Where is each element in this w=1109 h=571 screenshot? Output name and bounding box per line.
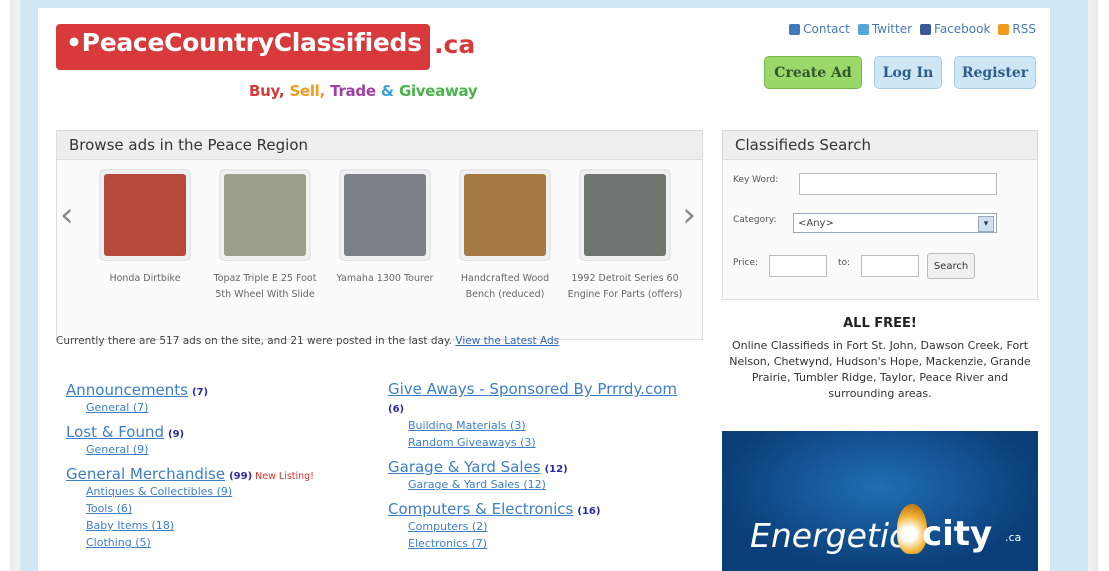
view-latest-ads-link[interactable]: View the Latest Ads	[455, 335, 559, 347]
ad-thumb-image[interactable]	[579, 169, 671, 261]
log-in-button[interactable]: Log In	[874, 56, 942, 89]
category-label: Category:	[733, 215, 777, 225]
tagline-giveaway: Giveaway	[398, 82, 478, 100]
facebook-icon	[920, 23, 932, 35]
logo-tld: .ca	[434, 30, 476, 59]
twitter-label: Twitter	[871, 22, 913, 36]
category-link[interactable]: Computers & Electronics	[388, 500, 573, 518]
tagline-amp: &	[380, 82, 394, 100]
logo-text: •PeaceCountryClassifieds	[66, 28, 422, 57]
subcategory-link[interactable]: Baby Items (18)	[86, 517, 314, 534]
keyword-input[interactable]	[799, 173, 997, 195]
ad-thumb-image[interactable]	[219, 169, 311, 261]
ad-thumb-caption[interactable]: Handcrafted Wood Bench (reduced)	[445, 271, 565, 303]
ad-thumb[interactable]: Topaz Triple E 25 Foot 5th Wheel With Sl…	[205, 169, 325, 303]
ad-brand-city: city	[922, 514, 993, 554]
category-select[interactable]: <Any> ▾	[793, 213, 997, 233]
category-link[interactable]: Garage & Yard Sales	[388, 458, 541, 476]
search-title: Classifieds Search	[723, 131, 1037, 160]
energetic-city-banner-ad[interactable]: Energetic city .ca	[722, 431, 1038, 571]
category-count: (16)	[577, 506, 601, 517]
category-link[interactable]: General Merchandise	[66, 465, 225, 483]
chevron-down-icon[interactable]: ▾	[978, 216, 994, 232]
category-link[interactable]: Give Aways - Sponsored By Prrrdy.com	[388, 380, 677, 398]
tagline-buy: Buy,	[249, 82, 285, 100]
ad-thumb[interactable]: Honda Dirtbike	[85, 169, 205, 287]
ad-thumb[interactable]: Yamaha 1300 Tourer	[325, 169, 445, 287]
contact-link[interactable]: Contact	[789, 22, 850, 36]
ad-thumb-caption[interactable]: Topaz Triple E 25 Foot 5th Wheel With Sl…	[205, 271, 325, 303]
new-listing-badge: New Listing!	[255, 471, 314, 482]
tagline: Buy, Sell, Trade & Giveaway	[249, 82, 478, 100]
subcategory-link[interactable]: Random Giveaways (3)	[408, 434, 677, 451]
category-count: (7)	[192, 387, 209, 398]
category-count: (99)	[229, 471, 253, 482]
subcategory-link[interactable]: Garage & Yard Sales (12)	[408, 476, 677, 493]
subcategory-link[interactable]: Tools (6)	[86, 500, 314, 517]
categories-left: Announcements (7) General (7) Lost & Foun…	[66, 380, 314, 557]
browse-title: Browse ads in the Peace Region	[57, 131, 702, 160]
ad-count-line: Currently there are 517 ads on the site,…	[56, 335, 559, 347]
ad-brand-text: Energetic	[750, 516, 908, 555]
ad-brand-tld: .ca	[1005, 531, 1022, 544]
ad-thumb-caption[interactable]: Yamaha 1300 Tourer	[325, 271, 445, 287]
rss-label: RSS	[1012, 22, 1036, 36]
keyword-label: Key Word:	[733, 175, 779, 185]
category-block: Garage & Yard Sales (12) Garage & Yard Sa…	[388, 457, 677, 493]
create-ad-button[interactable]: Create Ad	[764, 56, 862, 89]
rss-icon	[998, 23, 1010, 35]
ad-thumb-caption[interactable]: 1992 Detroit Series 60 Engine For Parts …	[565, 271, 685, 303]
ad-thumb[interactable]: Handcrafted Wood Bench (reduced)	[445, 169, 565, 303]
classifieds-search-panel: Classifieds Search Key Word: Category: <…	[722, 130, 1038, 300]
twitter-link[interactable]: Twitter	[857, 22, 913, 36]
category-block: Give Aways - Sponsored By Prrrdy.com (6)…	[388, 380, 677, 451]
price-to-label: to:	[838, 258, 851, 268]
tagline-sell: Sell,	[289, 82, 325, 100]
contact-icon	[789, 23, 801, 35]
page: •PeaceCountryClassifieds .ca Buy, Sell, …	[38, 8, 1050, 571]
facebook-link[interactable]: Facebook	[920, 22, 990, 36]
ad-thumb-caption[interactable]: Honda Dirtbike	[85, 271, 205, 287]
category-count: (9)	[168, 429, 185, 440]
category-select-value: <Any>	[798, 218, 834, 229]
ad-thumb-image[interactable]	[459, 169, 551, 261]
subcategory-link[interactable]: Electronics (7)	[408, 535, 677, 552]
categories-right: Give Aways - Sponsored By Prrrdy.com (6)…	[388, 380, 677, 558]
search-button[interactable]: Search	[927, 253, 975, 279]
category-block: Announcements (7) General (7)	[66, 380, 314, 416]
ad-thumb-image[interactable]	[99, 169, 191, 261]
ad-thumb-image[interactable]	[339, 169, 431, 261]
facebook-label: Facebook	[934, 22, 991, 36]
register-button[interactable]: Register	[954, 56, 1036, 89]
category-block: Computers & Electronics (16) Computers (2…	[388, 499, 677, 552]
subcategory-link[interactable]: Antiques & Collectibles (9)	[86, 483, 314, 500]
price-min-input[interactable]	[769, 255, 827, 277]
carousel-thumbs: Honda Dirtbike Topaz Triple E 25 Foot 5t…	[85, 169, 682, 339]
twitter-icon	[857, 23, 869, 35]
tagline-trade: Trade	[330, 82, 376, 100]
price-max-input[interactable]	[861, 255, 919, 277]
carousel-prev-button[interactable]: ‹	[60, 195, 74, 235]
ad-count-text: Currently there are 517 ads on the site,…	[56, 335, 453, 347]
category-link[interactable]: Lost & Found	[66, 423, 164, 441]
all-free-title: ALL FREE!	[843, 316, 917, 331]
subcategory-link[interactable]: Clothing (5)	[86, 534, 314, 551]
all-free-text: Online Classifieds in Fort St. John, Daw…	[729, 339, 1031, 400]
social-links: Contact Twitter Facebook RSS	[789, 22, 1036, 36]
subcategory-link[interactable]: General (7)	[86, 399, 314, 416]
subcategory-link[interactable]: Computers (2)	[408, 518, 677, 535]
category-count: (6)	[388, 404, 405, 415]
ad-thumb[interactable]: 1992 Detroit Series 60 Engine For Parts …	[565, 169, 685, 303]
subcategory-link[interactable]: Building Materials (3)	[408, 417, 677, 434]
browse-ads-panel: Browse ads in the Peace Region ‹ › Honda…	[56, 130, 703, 340]
subcategory-link[interactable]: General (9)	[86, 441, 314, 458]
category-block: General Merchandise (99) New Listing! Anti…	[66, 464, 314, 551]
category-link[interactable]: Announcements	[66, 381, 188, 399]
contact-label: Contact	[803, 22, 850, 36]
category-block: Lost & Found (9) General (9)	[66, 422, 314, 458]
category-count: (12)	[544, 464, 568, 475]
rss-link[interactable]: RSS	[998, 22, 1036, 36]
price-label: Price:	[733, 258, 758, 268]
